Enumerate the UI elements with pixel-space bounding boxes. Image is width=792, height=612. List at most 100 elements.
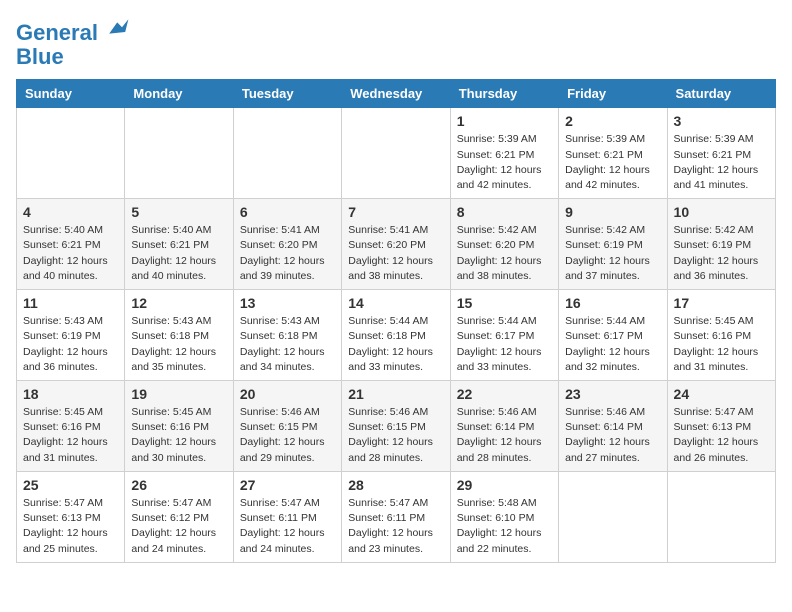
calendar-week-row: 1 Sunrise: 5:39 AM Sunset: 6:21 PM Daylig…	[17, 108, 776, 199]
day-info: Sunrise: 5:47 AM Sunset: 6:11 PM Dayligh…	[240, 496, 335, 557]
day-number: 18	[23, 386, 118, 402]
calendar-week-row: 18 Sunrise: 5:45 AM Sunset: 6:16 PM Dayli…	[17, 381, 776, 472]
day-number: 14	[348, 295, 443, 311]
day-header-thursday: Thursday	[450, 80, 558, 108]
day-number: 10	[674, 204, 769, 220]
day-number: 7	[348, 204, 443, 220]
day-info: Sunrise: 5:45 AM Sunset: 6:16 PM Dayligh…	[131, 405, 226, 466]
calendar-cell: 21Sunrise: 5:46 AM Sunset: 6:15 PM Dayli…	[342, 381, 450, 472]
day-header-tuesday: Tuesday	[233, 80, 341, 108]
calendar-cell: 18 Sunrise: 5:45 AM Sunset: 6:16 PM Dayli…	[17, 381, 125, 472]
calendar-week-row: 25 Sunrise: 5:47 AM Sunset: 6:13 PM Dayli…	[17, 471, 776, 562]
day-number: 13	[240, 295, 335, 311]
day-number: 2	[565, 113, 660, 129]
calendar-cell: 15 Sunrise: 5:44 AM Sunset: 6:17 PM Dayli…	[450, 290, 558, 381]
calendar-cell: 16 Sunrise: 5:44 AM Sunset: 6:17 PM Dayli…	[559, 290, 667, 381]
calendar-table: SundayMondayTuesdayWednesdayThursdayFrid…	[16, 79, 776, 562]
day-info: Sunrise: 5:39 AM Sunset: 6:21 PM Dayligh…	[457, 132, 552, 193]
day-number: 6	[240, 204, 335, 220]
day-header-wednesday: Wednesday	[342, 80, 450, 108]
day-header-sunday: Sunday	[17, 80, 125, 108]
day-number: 29	[457, 477, 552, 493]
calendar-cell: 8 Sunrise: 5:42 AM Sunset: 6:20 PM Daylig…	[450, 199, 558, 290]
day-info: Sunrise: 5:44 AM Sunset: 6:17 PM Dayligh…	[457, 314, 552, 375]
day-info: Sunrise: 5:41 AM Sunset: 6:20 PM Dayligh…	[240, 223, 335, 284]
calendar-cell: 28 Sunrise: 5:47 AM Sunset: 6:11 PM Dayli…	[342, 471, 450, 562]
day-info: Sunrise: 5:39 AM Sunset: 6:21 PM Dayligh…	[565, 132, 660, 193]
day-info: Sunrise: 5:48 AM Sunset: 6:10 PM Dayligh…	[457, 496, 552, 557]
calendar-cell	[559, 471, 667, 562]
day-number: 9	[565, 204, 660, 220]
calendar-week-row: 11 Sunrise: 5:43 AM Sunset: 6:19 PM Dayli…	[17, 290, 776, 381]
calendar-cell: 14 Sunrise: 5:44 AM Sunset: 6:18 PM Dayli…	[342, 290, 450, 381]
day-info: Sunrise: 5:47 AM Sunset: 6:13 PM Dayligh…	[23, 496, 118, 557]
day-info: Sunrise: 5:43 AM Sunset: 6:19 PM Dayligh…	[23, 314, 118, 375]
day-info: Sunrise: 5:47 AM Sunset: 6:11 PM Dayligh…	[348, 496, 443, 557]
calendar-cell: 25 Sunrise: 5:47 AM Sunset: 6:13 PM Dayli…	[17, 471, 125, 562]
calendar-cell: 22 Sunrise: 5:46 AM Sunset: 6:14 PM Dayli…	[450, 381, 558, 472]
day-number: 26	[131, 477, 226, 493]
day-info: Sunrise: 5:46 AM Sunset: 6:15 PM Dayligh…	[240, 405, 335, 466]
calendar-cell: 1 Sunrise: 5:39 AM Sunset: 6:21 PM Daylig…	[450, 108, 558, 199]
calendar-cell: 9 Sunrise: 5:42 AM Sunset: 6:19 PM Daylig…	[559, 199, 667, 290]
day-info: Sunrise: 5:46 AM Sunset: 6:14 PM Dayligh…	[565, 405, 660, 466]
calendar-cell: 23 Sunrise: 5:46 AM Sunset: 6:14 PM Dayli…	[559, 381, 667, 472]
day-info: Sunrise: 5:41 AM Sunset: 6:20 PM Dayligh…	[348, 223, 443, 284]
calendar-cell: 11 Sunrise: 5:43 AM Sunset: 6:19 PM Dayli…	[17, 290, 125, 381]
day-number: 28	[348, 477, 443, 493]
logo-general: General	[16, 20, 98, 45]
day-info: Sunrise: 5:47 AM Sunset: 6:12 PM Dayligh…	[131, 496, 226, 557]
calendar-cell: 2 Sunrise: 5:39 AM Sunset: 6:21 PM Daylig…	[559, 108, 667, 199]
calendar-cell	[342, 108, 450, 199]
calendar-header-row: SundayMondayTuesdayWednesdayThursdayFrid…	[17, 80, 776, 108]
day-info: Sunrise: 5:43 AM Sunset: 6:18 PM Dayligh…	[131, 314, 226, 375]
day-info: Sunrise: 5:44 AM Sunset: 6:18 PM Dayligh…	[348, 314, 443, 375]
day-info: Sunrise: 5:42 AM Sunset: 6:19 PM Dayligh…	[674, 223, 769, 284]
day-info: Sunrise: 5:45 AM Sunset: 6:16 PM Dayligh…	[23, 405, 118, 466]
day-number: 1	[457, 113, 552, 129]
day-info: Sunrise: 5:44 AM Sunset: 6:17 PM Dayligh…	[565, 314, 660, 375]
day-header-monday: Monday	[125, 80, 233, 108]
day-number: 22	[457, 386, 552, 402]
day-header-friday: Friday	[559, 80, 667, 108]
day-info: Sunrise: 5:46 AM Sunset: 6:14 PM Dayligh…	[457, 405, 552, 466]
day-info: Sunrise: 5:42 AM Sunset: 6:19 PM Dayligh…	[565, 223, 660, 284]
calendar-cell: 4Sunrise: 5:40 AM Sunset: 6:21 PM Daylig…	[17, 199, 125, 290]
day-info: Sunrise: 5:42 AM Sunset: 6:20 PM Dayligh…	[457, 223, 552, 284]
calendar-cell	[233, 108, 341, 199]
day-number: 11	[23, 295, 118, 311]
day-number: 23	[565, 386, 660, 402]
day-header-saturday: Saturday	[667, 80, 775, 108]
day-number: 25	[23, 477, 118, 493]
calendar-cell: 20 Sunrise: 5:46 AM Sunset: 6:15 PM Dayli…	[233, 381, 341, 472]
calendar-cell: 3 Sunrise: 5:39 AM Sunset: 6:21 PM Daylig…	[667, 108, 775, 199]
logo-bird-icon	[106, 16, 130, 40]
calendar-cell: 17Sunrise: 5:45 AM Sunset: 6:16 PM Dayli…	[667, 290, 775, 381]
calendar-cell: 24 Sunrise: 5:47 AM Sunset: 6:13 PM Dayli…	[667, 381, 775, 472]
calendar-cell	[125, 108, 233, 199]
calendar-cell: 7 Sunrise: 5:41 AM Sunset: 6:20 PM Daylig…	[342, 199, 450, 290]
day-number: 3	[674, 113, 769, 129]
calendar-cell	[17, 108, 125, 199]
day-number: 20	[240, 386, 335, 402]
logo: General Blue	[16, 16, 130, 69]
day-number: 8	[457, 204, 552, 220]
calendar-cell: 26 Sunrise: 5:47 AM Sunset: 6:12 PM Dayli…	[125, 471, 233, 562]
day-info: Sunrise: 5:47 AM Sunset: 6:13 PM Dayligh…	[674, 405, 769, 466]
logo-blue: Blue	[16, 44, 64, 69]
calendar-cell: 27Sunrise: 5:47 AM Sunset: 6:11 PM Dayli…	[233, 471, 341, 562]
calendar-cell: 19 Sunrise: 5:45 AM Sunset: 6:16 PM Dayli…	[125, 381, 233, 472]
calendar-cell: 6 Sunrise: 5:41 AM Sunset: 6:20 PM Daylig…	[233, 199, 341, 290]
day-info: Sunrise: 5:46 AM Sunset: 6:15 PM Dayligh…	[348, 405, 443, 466]
day-number: 16	[565, 295, 660, 311]
calendar-cell: 13Sunrise: 5:43 AM Sunset: 6:18 PM Dayli…	[233, 290, 341, 381]
day-info: Sunrise: 5:39 AM Sunset: 6:21 PM Dayligh…	[674, 132, 769, 193]
day-number: 19	[131, 386, 226, 402]
day-info: Sunrise: 5:40 AM Sunset: 6:21 PM Dayligh…	[131, 223, 226, 284]
calendar-cell	[667, 471, 775, 562]
day-info: Sunrise: 5:40 AM Sunset: 6:21 PM Dayligh…	[23, 223, 118, 284]
calendar-week-row: 4Sunrise: 5:40 AM Sunset: 6:21 PM Daylig…	[17, 199, 776, 290]
day-number: 24	[674, 386, 769, 402]
day-number: 15	[457, 295, 552, 311]
calendar-cell: 12Sunrise: 5:43 AM Sunset: 6:18 PM Dayli…	[125, 290, 233, 381]
